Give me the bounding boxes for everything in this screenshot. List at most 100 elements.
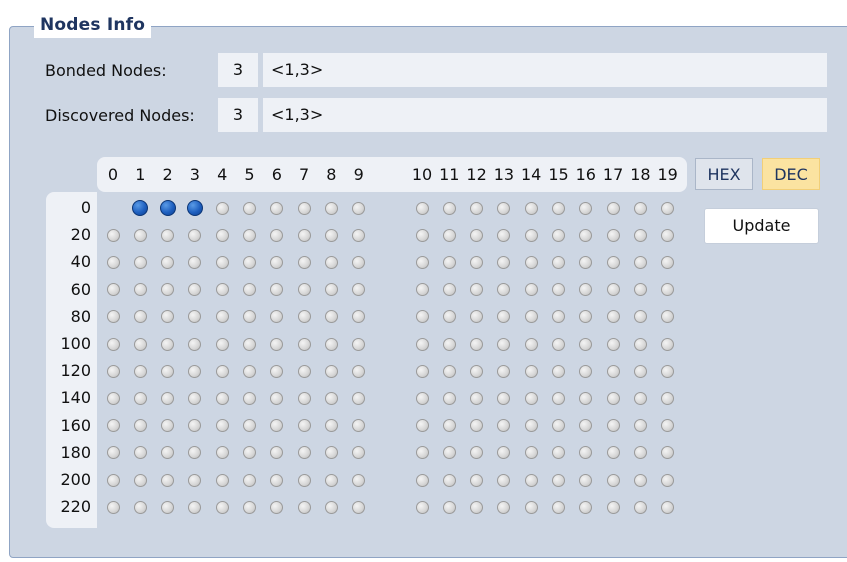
node-indicator — [633, 337, 647, 351]
node-indicator — [552, 283, 565, 297]
node-indicator — [552, 500, 565, 514]
node-indicator — [497, 201, 511, 215]
node-indicator — [106, 391, 120, 405]
hex-toggle-button[interactable]: HEX — [695, 158, 753, 190]
node-indicator — [606, 391, 620, 405]
node-indicator — [297, 500, 311, 514]
node-indicator — [270, 201, 284, 215]
node-indicator — [215, 255, 229, 269]
node-indicator — [524, 364, 538, 378]
node-indicator — [470, 201, 484, 215]
node-indicator — [215, 391, 229, 405]
node-indicator — [415, 310, 429, 324]
node-indicator — [297, 391, 311, 405]
node-indicator — [442, 201, 456, 215]
bonded-nodes-count: 3 — [218, 53, 258, 87]
node-indicator — [633, 419, 647, 433]
node-indicator — [133, 364, 147, 378]
node-indicator — [243, 391, 256, 405]
node-indicator — [552, 473, 565, 487]
node-indicator — [106, 228, 120, 242]
column-label: 7 — [299, 165, 310, 184]
node-indicator — [297, 201, 311, 215]
node-indicator — [606, 446, 620, 460]
node-indicator — [606, 337, 620, 351]
column-label: 13 — [493, 165, 515, 184]
node-indicator — [161, 228, 175, 242]
node-indicator — [633, 473, 647, 487]
node-indicator — [297, 473, 311, 487]
node-indicator — [324, 337, 338, 351]
column-label: 0 — [107, 165, 119, 184]
node-indicator — [352, 364, 366, 378]
node-indicator — [352, 201, 366, 215]
dec-toggle-button[interactable]: DEC — [762, 158, 820, 190]
node-indicator — [633, 255, 647, 269]
node-indicator — [579, 201, 593, 215]
row-label: 120 — [60, 361, 91, 381]
node-indicator — [297, 255, 311, 269]
update-button[interactable]: Update — [704, 208, 819, 244]
node-indicator — [161, 500, 175, 514]
node-indicator — [133, 337, 147, 351]
node-indicator — [552, 201, 565, 215]
node-indicator — [106, 419, 120, 433]
node-indicator — [133, 283, 147, 297]
node-indicator — [133, 391, 147, 405]
node-indicator — [106, 310, 120, 324]
node-indicator — [552, 255, 565, 269]
node-indicator — [133, 419, 147, 433]
node-indicator — [133, 473, 147, 487]
node-indicator — [188, 337, 202, 351]
row-label: 40 — [70, 252, 91, 272]
node-indicator — [442, 364, 456, 378]
node-indicator — [415, 419, 429, 433]
node-indicator — [215, 283, 229, 297]
node-indicator — [552, 419, 565, 433]
node-indicator — [324, 201, 338, 215]
column-label: 9 — [353, 165, 364, 184]
node-indicator — [324, 364, 338, 378]
node-indicator — [470, 473, 484, 487]
node-indicator — [215, 337, 229, 351]
column-label: 17 — [602, 165, 624, 184]
column-label: 6 — [271, 165, 282, 184]
node-indicator — [133, 255, 147, 269]
node-indicator — [442, 283, 456, 297]
node-indicator — [215, 419, 229, 433]
node-indicator — [470, 364, 484, 378]
node-indicator — [161, 337, 175, 351]
node-indicator — [524, 500, 538, 514]
node-indicator — [442, 337, 456, 351]
column-label: 12 — [466, 165, 487, 184]
node-indicator — [470, 228, 484, 242]
node-indicator — [161, 391, 175, 405]
node-indicator — [606, 473, 620, 487]
node-indicator — [133, 500, 147, 514]
node-indicator — [633, 500, 647, 514]
node-indicator — [215, 310, 229, 324]
node-indicator — [606, 255, 620, 269]
node-indicator — [442, 419, 456, 433]
node-indicator — [352, 255, 366, 269]
node-indicator — [442, 228, 456, 242]
node-indicator — [552, 364, 565, 378]
node-indicator — [106, 446, 120, 460]
node-indicator — [524, 283, 538, 297]
node-indicator — [297, 310, 311, 324]
node-indicator — [297, 337, 311, 351]
node-indicator — [442, 255, 456, 269]
node-indicator — [352, 391, 366, 405]
node-indicator — [524, 337, 538, 351]
node-indicator — [633, 228, 647, 242]
column-label: 14 — [521, 165, 542, 184]
column-label: 4 — [217, 165, 228, 184]
node-indicator — [442, 473, 456, 487]
row-label: 20 — [70, 225, 91, 245]
node-indicator — [243, 500, 256, 514]
node-indicator-active — [159, 200, 176, 216]
node-indicator — [606, 310, 620, 324]
node-indicator — [661, 364, 675, 378]
node-indicator — [633, 364, 647, 378]
node-indicator — [161, 473, 175, 487]
